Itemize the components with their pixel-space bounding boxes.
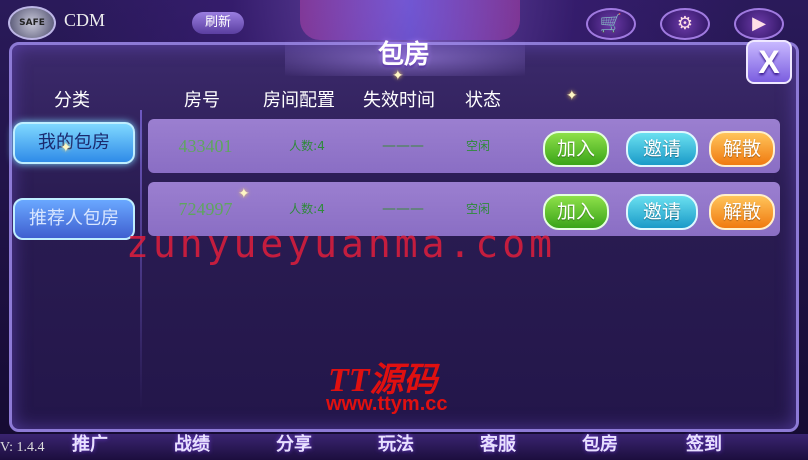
room-status: 空闲 bbox=[465, 139, 490, 153]
gear-icon[interactable]: ⚙ bbox=[660, 8, 710, 40]
tab-private-room[interactable]: 包房 bbox=[582, 430, 618, 456]
header-room-no: 房号 bbox=[184, 90, 220, 111]
watermark-url-large: zunyueyuanma.com bbox=[126, 222, 557, 266]
refresh-button[interactable]: 刷新 bbox=[192, 12, 244, 34]
header-status: 状态 bbox=[465, 90, 501, 111]
room-id: 433401 bbox=[178, 136, 233, 156]
sidebar-item-referrer-rooms[interactable]: 推荐人包房 bbox=[13, 198, 135, 240]
avatar[interactable]: SAFE bbox=[8, 6, 56, 40]
room-expire: ——— bbox=[382, 138, 424, 154]
close-button[interactable]: X bbox=[746, 40, 792, 84]
dialog-title: 包房 bbox=[377, 40, 430, 70]
table-row: 433401 人数:4 ——— 空闲 加入 邀请 解散 bbox=[148, 119, 780, 173]
header-expire-time: 失效时间 bbox=[363, 90, 435, 111]
header-room-config: 房间配置 bbox=[263, 90, 335, 111]
username: CDM bbox=[64, 10, 106, 30]
play-icon[interactable]: ▶ bbox=[734, 8, 784, 40]
invite-button[interactable]: 邀请 bbox=[626, 194, 698, 230]
sparkle-icon: ✦ bbox=[60, 140, 72, 156]
sparkle-icon: ✦ bbox=[392, 68, 404, 84]
dismiss-button[interactable]: 解散 bbox=[709, 194, 775, 230]
version-label: V: 1.4.4 bbox=[0, 440, 45, 455]
room-config: 人数:4 bbox=[289, 139, 325, 153]
tab-rules[interactable]: 玩法 bbox=[378, 430, 414, 456]
sparkle-icon: ✦ bbox=[238, 186, 250, 202]
header-category: 分类 bbox=[54, 90, 90, 111]
tab-records[interactable]: 战绩 bbox=[174, 430, 210, 456]
sparkle-icon: ✦ bbox=[566, 88, 578, 104]
sidebar-item-my-rooms[interactable]: 我的包房 bbox=[13, 122, 135, 164]
bottom-nav: V: 1.4.4 推广 战绩 分享 玩法 客服 包房 签到 bbox=[0, 434, 808, 460]
tab-promote[interactable]: 推广 bbox=[72, 430, 108, 456]
invite-button[interactable]: 邀请 bbox=[626, 131, 698, 167]
tab-checkin[interactable]: 签到 bbox=[686, 430, 722, 456]
join-button[interactable]: 加入 bbox=[543, 131, 609, 167]
watermark-url-small: www.ttym.cc bbox=[326, 393, 448, 415]
cart-icon[interactable]: 🛒 bbox=[586, 8, 636, 40]
tab-share[interactable]: 分享 bbox=[276, 430, 312, 456]
dismiss-button[interactable]: 解散 bbox=[709, 131, 775, 167]
tab-support[interactable]: 客服 bbox=[480, 430, 516, 456]
